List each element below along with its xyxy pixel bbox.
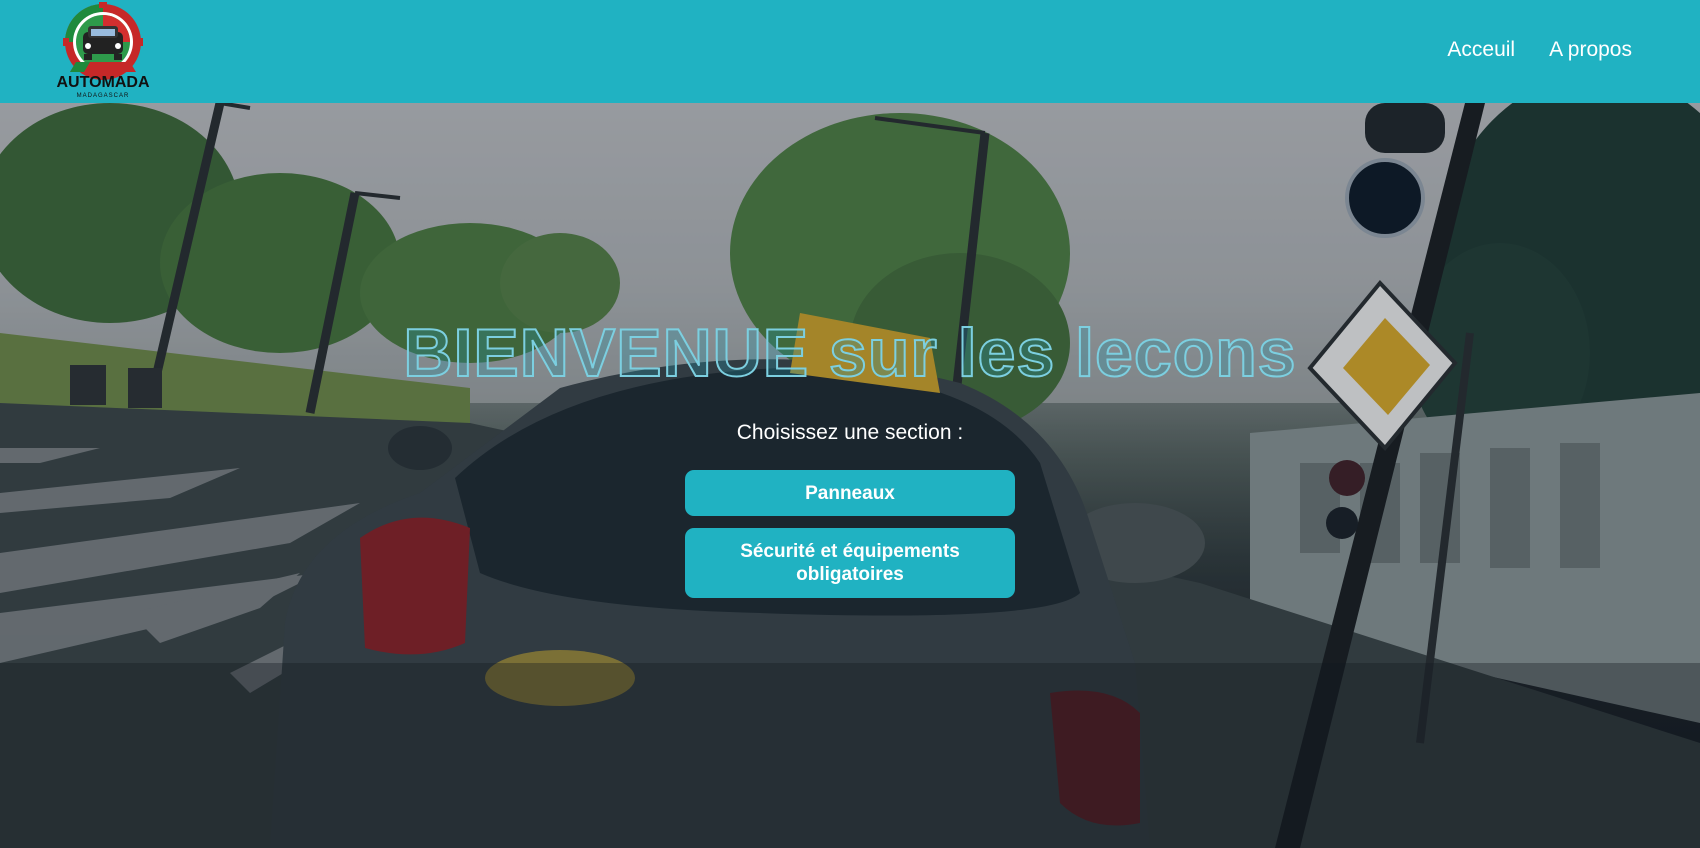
hero-section: BIENVENUE sur les lecons Choisissez une … (0, 103, 1700, 848)
nav-link-accueil[interactable]: Acceuil (1447, 38, 1515, 62)
hero-subtitle: Choisissez une section : (736, 421, 964, 444)
logo-subtitle: MADAGASCAR (76, 93, 130, 99)
top-navbar: AUTOMADA MADAGASCAR Acceuil A propos (0, 0, 1700, 103)
nav-link-a-propos[interactable]: A propos (1549, 38, 1632, 62)
main-nav: Acceuil A propos (1447, 38, 1632, 62)
logo-title: AUTOMADA (56, 74, 150, 91)
panneaux-button[interactable]: Panneaux (685, 470, 1015, 516)
hero-title: BIENVENUE sur les lecons (402, 314, 1297, 392)
brand-logo[interactable]: AUTOMADA MADAGASCAR (50, 2, 156, 102)
securite-equipements-button[interactable]: Sécurité et équipements obligatoires (685, 528, 1015, 598)
